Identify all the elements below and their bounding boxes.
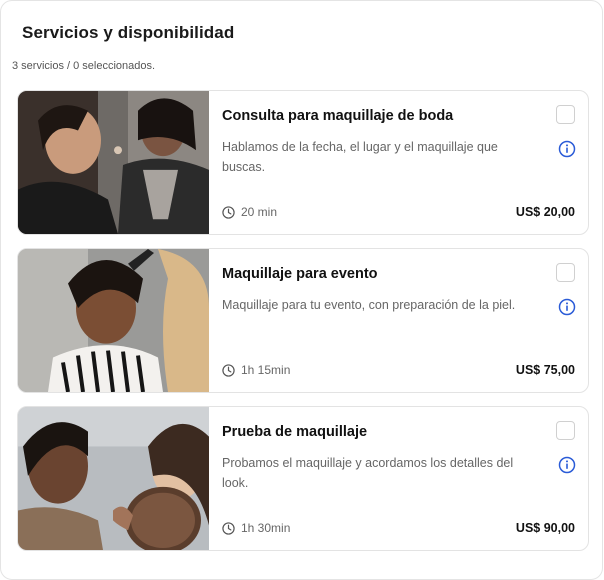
service-price: US$ 90,00 <box>515 521 575 535</box>
services-panel: Servicios y disponibilidad 3 servicios /… <box>0 0 603 580</box>
service-name: Maquillaje para evento <box>222 266 378 282</box>
service-card[interactable]: Prueba de maquillaje Probamos el maquill… <box>17 406 589 551</box>
service-select-checkbox[interactable] <box>556 105 575 124</box>
clock-icon <box>222 363 235 377</box>
duration-label: 1h 15min <box>241 363 291 377</box>
service-photo <box>18 407 209 550</box>
info-icon[interactable] <box>558 456 576 474</box>
service-price: US$ 75,00 <box>515 363 575 377</box>
clock-icon <box>222 521 235 535</box>
selection-summary: 3 servicios / 0 seleccionados. <box>12 60 156 72</box>
service-duration: 1h 30min <box>222 521 290 535</box>
service-name: Prueba de maquillaje <box>222 424 368 440</box>
service-card[interactable]: Maquillaje para evento Maquillaje para t… <box>17 248 589 393</box>
service-duration: 20 min <box>222 205 277 219</box>
service-duration: 1h 15min <box>222 363 290 377</box>
service-price: US$ 20,00 <box>515 205 575 219</box>
info-icon[interactable] <box>558 298 576 316</box>
service-description: Hablamos de la fecha, el lugar y el maqu… <box>222 140 498 174</box>
clock-icon <box>222 205 235 219</box>
service-description: Maquillaje para tu evento, con preparaci… <box>222 298 516 312</box>
service-card[interactable]: Consulta para maquillaje de boda Hablamo… <box>17 90 589 235</box>
panel-title: Servicios y disponibilidad <box>22 23 235 42</box>
duration-label: 20 min <box>241 205 278 219</box>
service-photo <box>18 91 209 234</box>
service-name: Consulta para maquillaje de boda <box>222 108 454 124</box>
service-select-checkbox[interactable] <box>556 263 575 282</box>
service-select-checkbox[interactable] <box>556 421 575 440</box>
duration-label: 1h 30min <box>241 521 291 535</box>
service-photo <box>18 249 209 392</box>
info-icon[interactable] <box>558 140 576 158</box>
service-description: Probamos el maquillaje y acordamos los d… <box>222 456 514 490</box>
